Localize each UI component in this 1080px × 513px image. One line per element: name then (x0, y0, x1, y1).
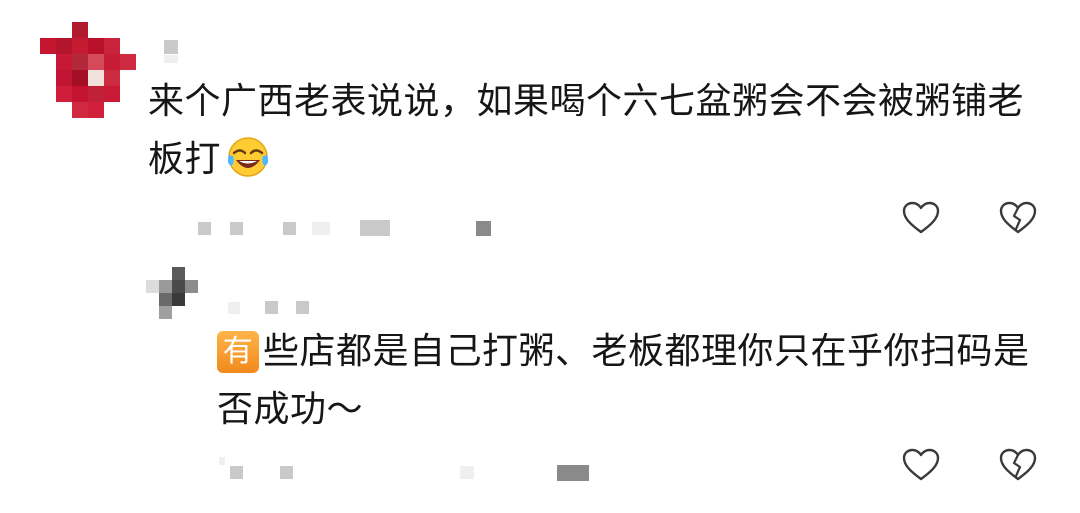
reply-button-blurred[interactable] (476, 221, 491, 236)
reply-username-blurred[interactable] (296, 301, 309, 314)
reply-line-2: 否成功～ (217, 389, 364, 430)
reply-reply-button-blurred[interactable] (557, 465, 589, 481)
reply-meta-blurred (460, 466, 474, 479)
avatar[interactable] (40, 22, 136, 118)
reply-location-blurred (280, 466, 293, 479)
reply-username-blurred[interactable] (228, 302, 240, 314)
comment-meta-blurred (312, 222, 330, 235)
comment-body: 来个广西老表说说，如果喝个六七盆粥会不会被粥铺老 板打 (148, 73, 1024, 189)
comment-time-blurred (198, 222, 211, 235)
comment-thread: 来个广西老表说说，如果喝个六七盆粥会不会被粥铺老 板打 有些店都是自己打粥、老板… (0, 0, 1080, 513)
reply-body: 有些店都是自己打粥、老板都理你只在乎你扫码是 否成功～ (217, 323, 1030, 439)
broken-heart-icon[interactable] (998, 446, 1038, 486)
reply-line-1: 有些店都是自己打粥、老板都理你只在乎你扫码是 (217, 323, 1030, 381)
comment-line-2-text: 板打 (148, 139, 222, 180)
username-blurred-tail (164, 55, 178, 63)
broken-heart-icon[interactable] (998, 199, 1038, 239)
comment-location-blurred (230, 222, 243, 235)
heart-outline-icon[interactable] (901, 199, 941, 239)
reply-time-blurred (230, 466, 243, 479)
comment-meta-blurred (360, 220, 390, 236)
comment-meta-blurred (283, 222, 296, 235)
comment-line-2: 板打 (148, 131, 1024, 189)
face-with-tears-of-joy-icon (225, 133, 271, 179)
reply-badge: 有 (217, 331, 259, 373)
reply-meta-blurred (219, 457, 225, 465)
username-blurred[interactable] (164, 40, 178, 54)
reply-line-1-text: 些店都是自己打粥、老板都理你只在乎你扫码是 (263, 331, 1030, 372)
reply-username-blurred[interactable] (265, 301, 278, 314)
heart-outline-icon[interactable] (901, 446, 941, 486)
comment-line-1: 来个广西老表说说，如果喝个六七盆粥会不会被粥铺老 (148, 81, 1025, 122)
reply-avatar[interactable] (146, 267, 198, 319)
